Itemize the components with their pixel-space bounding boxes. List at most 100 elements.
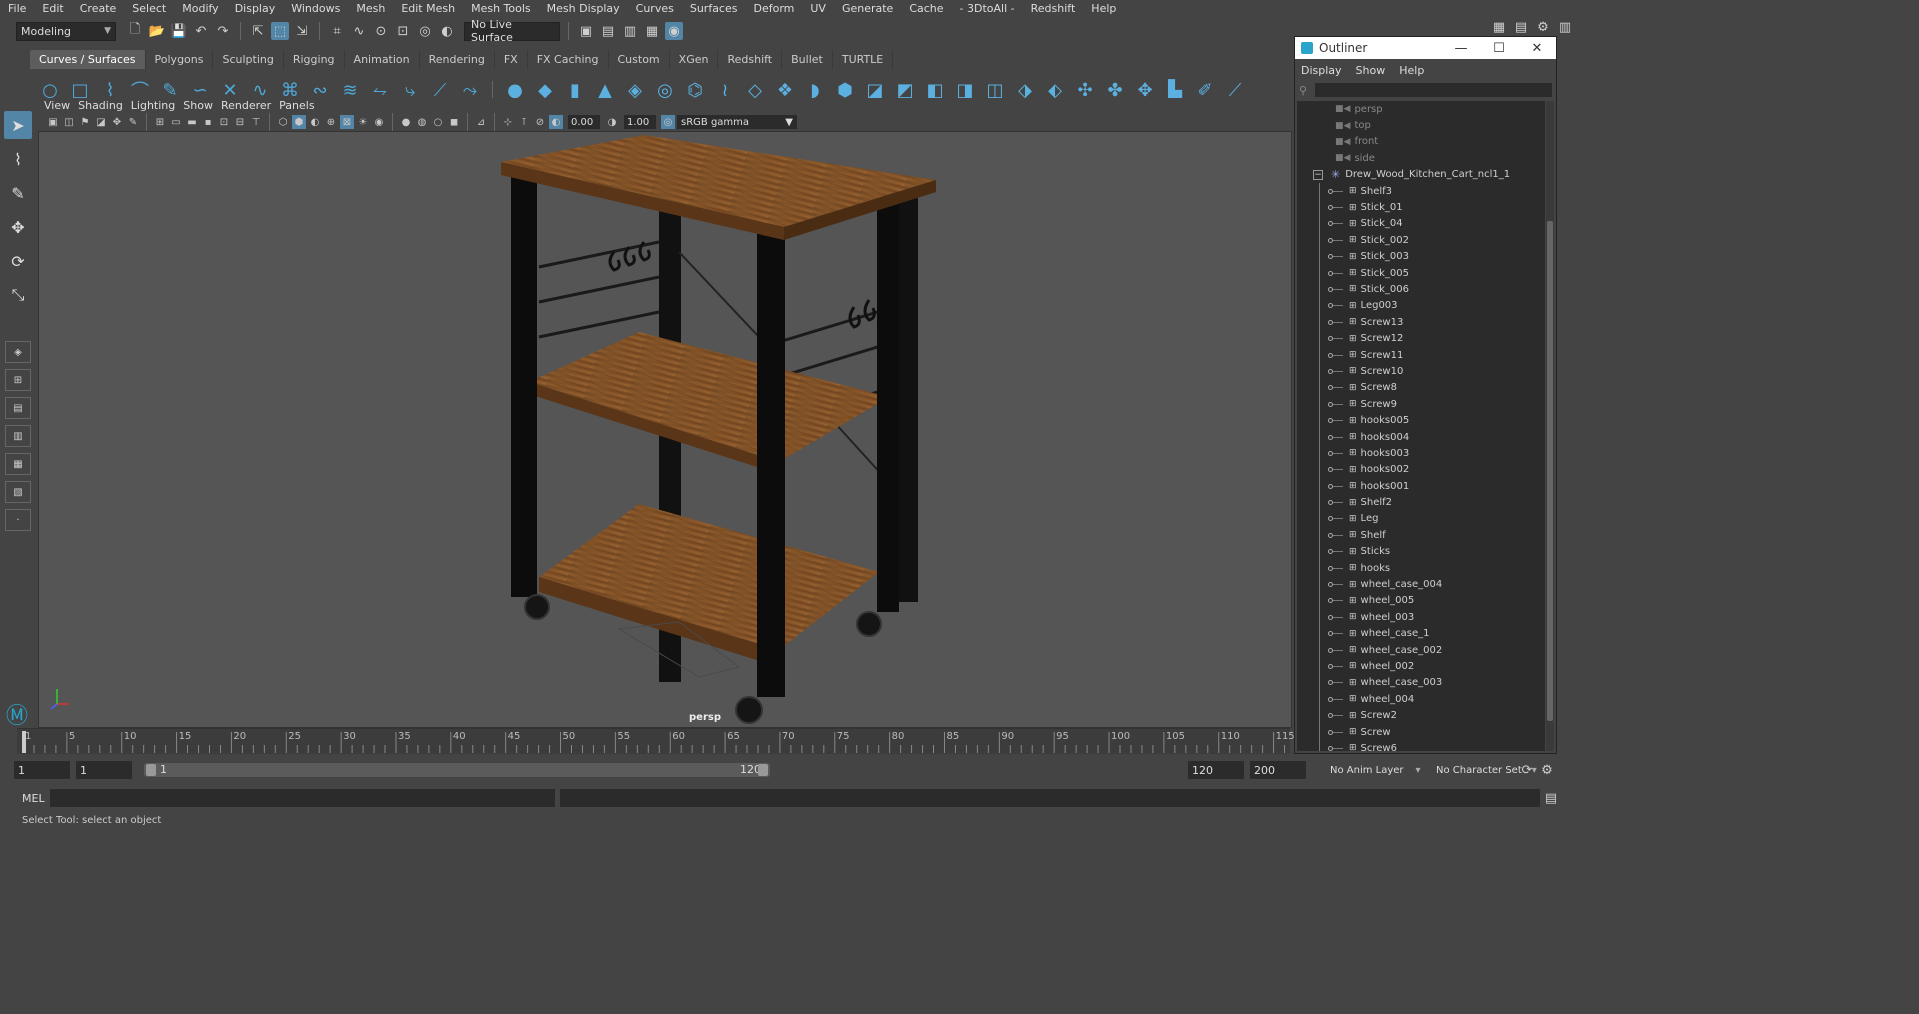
menu-uv[interactable]: UV <box>802 0 834 17</box>
preferences-icon[interactable]: ⚙ <box>1538 761 1556 779</box>
menu-curves[interactable]: Curves <box>628 0 682 17</box>
scale-tool-icon[interactable]: ⤡ <box>4 281 32 309</box>
outliner-layout-icon[interactable]: ▧ <box>5 481 31 503</box>
outliner-item[interactable]: ⊞ Leg <box>1297 511 1545 527</box>
tool-settings-icon[interactable]: ⚙ <box>1534 18 1552 36</box>
textured-icon[interactable]: ⊕ <box>324 115 338 129</box>
viewport-menu-view[interactable]: View <box>44 99 78 112</box>
script-editor-icon[interactable]: ▤ <box>1542 789 1560 807</box>
outliner-item[interactable]: ⊞ Stick_003 <box>1297 249 1545 265</box>
ambient-occlusion-icon[interactable]: ◉ <box>372 115 386 129</box>
xray-joints-icon[interactable]: ⊹ <box>501 115 515 129</box>
new-scene-icon[interactable]: 🗋 <box>126 22 144 40</box>
outliner-camera-side[interactable]: ■◀ side <box>1297 150 1545 166</box>
outliner-item[interactable]: ⊞ hooks <box>1297 560 1545 576</box>
minimize-icon[interactable]: — <box>1442 41 1480 56</box>
outliner-camera-top[interactable]: ■◀ top <box>1297 117 1545 133</box>
live-surface-field[interactable]: No Live Surface <box>464 18 560 44</box>
menu-help[interactable]: Help <box>1083 0 1124 17</box>
outliner-search-input[interactable] <box>1315 83 1552 97</box>
outliner-item[interactable]: ⊞ Stick_002 <box>1297 232 1545 248</box>
range-end-handle[interactable] <box>758 764 768 776</box>
outliner-item[interactable]: ⊞ wheel_005 <box>1297 593 1545 609</box>
shelf-tab-custom[interactable]: Custom <box>608 50 670 69</box>
use-all-lights-icon[interactable]: ⊠ <box>340 115 354 129</box>
scrollbar-thumb[interactable] <box>1547 221 1553 721</box>
menu-set-select[interactable]: Modeling ▼ <box>16 21 116 41</box>
menu-select[interactable]: Select <box>124 0 174 17</box>
outliner-item[interactable]: ⊞ Stick_006 <box>1297 281 1545 297</box>
time-slider[interactable]: 1 5 10 15 20 25 30 35 40 45 50 55 60 65 70 75 80 85 90 95 10… <box>17 728 1295 754</box>
outliner-item[interactable]: ⊞ Stick_01 <box>1297 199 1545 215</box>
safe-action-icon[interactable]: ⊟ <box>233 115 247 129</box>
persp-graph-layout-icon[interactable]: ▥ <box>5 425 31 447</box>
menu-redshift[interactable]: Redshift <box>1023 0 1084 17</box>
wireframe-icon[interactable]: ⬡ <box>276 115 290 129</box>
shelf-tab-curves-surfaces[interactable]: Curves / Surfaces <box>30 50 146 69</box>
outliner-list[interactable]: ■◀ persp ■◀ top ■◀ front ■◀ side − ✳ Drew_Wood_Kit… <box>1297 101 1545 751</box>
menu-mesh-tools[interactable]: Mesh Tools <box>463 0 539 17</box>
film-gate-icon[interactable]: ▭ <box>169 115 183 129</box>
render-settings-icon[interactable]: ▦ <box>643 22 661 40</box>
color-management-icon[interactable]: ◎ <box>661 115 675 129</box>
shelf-tab-sculpting[interactable]: Sculpting <box>213 50 284 69</box>
range-slider[interactable]: 1 120 <box>144 763 770 777</box>
shelf-tab-bullet[interactable]: Bullet <box>782 50 833 69</box>
shelf-tab-polygons[interactable]: Polygons <box>145 50 214 69</box>
outliner-item[interactable]: ⊞ wheel_004 <box>1297 691 1545 707</box>
outliner-item[interactable]: ⊞ Screw2 <box>1297 707 1545 723</box>
viewport-menu-shading[interactable]: Shading <box>78 99 131 112</box>
single-pane-layout-icon[interactable]: ◈ <box>5 341 31 363</box>
render-view-icon[interactable]: ▣ <box>577 22 595 40</box>
outliner-camera-front[interactable]: ■◀ front <box>1297 134 1545 150</box>
outliner-item[interactable]: ⊞ wheel_case_1 <box>1297 626 1545 642</box>
image-plane-icon[interactable]: ◪ <box>94 115 108 129</box>
collapse-icon[interactable]: − <box>1313 169 1323 180</box>
shelf-tab-animation[interactable]: Animation <box>344 50 420 69</box>
shelf-tab-turtle[interactable]: TURTLE <box>832 50 894 69</box>
2d-pan-zoom-icon[interactable]: ✥ <box>110 115 124 129</box>
outliner-item[interactable]: ⊞ Screw6 <box>1297 740 1545 751</box>
smooth-shade-icon[interactable]: ⬢ <box>292 115 306 129</box>
auto-key-icon[interactable]: ⟳ <box>1518 761 1536 779</box>
filter-icon[interactable]: ⚲ <box>1299 84 1307 97</box>
menu-mesh[interactable]: Mesh <box>348 0 393 17</box>
snap-point-icon[interactable]: ⊙ <box>372 22 390 40</box>
select-camera-icon[interactable]: ▣ <box>46 115 60 129</box>
mel-command-input[interactable] <box>50 789 555 807</box>
depth-of-field-icon[interactable]: ○ <box>431 115 445 129</box>
anim-layer-select[interactable]: No Anim Layer ▾ <box>1326 762 1425 778</box>
select-component-icon[interactable]: ⇲ <box>293 22 311 40</box>
menu-file[interactable]: File <box>0 0 34 17</box>
outliner-scrollbar[interactable] <box>1546 101 1554 751</box>
rotate-tool-icon[interactable]: ⟳ <box>4 247 32 275</box>
outliner-item[interactable]: ⊞ hooks003 <box>1297 445 1545 461</box>
menu-deform[interactable]: Deform <box>745 0 802 17</box>
outliner-item[interactable]: ⊞ Screw12 <box>1297 330 1545 346</box>
outliner-item[interactable]: ⊞ Stick_005 <box>1297 265 1545 281</box>
paint-select-icon[interactable]: ✎ <box>4 179 32 207</box>
shelf-tab-rigging[interactable]: Rigging <box>283 50 345 69</box>
outliner-item[interactable]: ⊞ Screw9 <box>1297 396 1545 412</box>
shelf-tab-rendering[interactable]: Rendering <box>419 50 495 69</box>
snap-live-icon[interactable]: ◎ <box>416 22 434 40</box>
hypershade-layout-icon[interactable]: ▦ <box>5 453 31 475</box>
channel-box-icon[interactable]: ▥ <box>1556 18 1574 36</box>
snap-grid-icon[interactable]: ⌗ <box>328 22 346 40</box>
outliner-item[interactable]: ⊞ Screw11 <box>1297 347 1545 363</box>
snap-curve-icon[interactable]: ∿ <box>350 22 368 40</box>
outliner-item[interactable]: ⊞ hooks004 <box>1297 429 1545 445</box>
gate-mask-icon[interactable]: ▪ <box>201 115 215 129</box>
perspective-viewport[interactable]: persp <box>38 131 1292 728</box>
shelf-tab-fx-caching[interactable]: FX Caching <box>527 50 609 69</box>
ipr-render-icon[interactable]: ▥ <box>621 22 639 40</box>
snap-surface-icon[interactable]: ◐ <box>438 22 456 40</box>
isolate-select-icon[interactable]: ◼ <box>447 115 461 129</box>
select-tool-icon[interactable]: ➤ <box>4 111 32 139</box>
default-material-icon[interactable]: ◐ <box>308 115 322 129</box>
select-object-icon[interactable]: ⬚ <box>271 22 289 40</box>
redo-icon[interactable]: ↷ <box>214 22 232 40</box>
outliner-item[interactable]: ⊞ wheel_case_004 <box>1297 576 1545 592</box>
outliner-menu-help[interactable]: Help <box>1399 64 1438 77</box>
menu-generate[interactable]: Generate <box>834 0 901 17</box>
